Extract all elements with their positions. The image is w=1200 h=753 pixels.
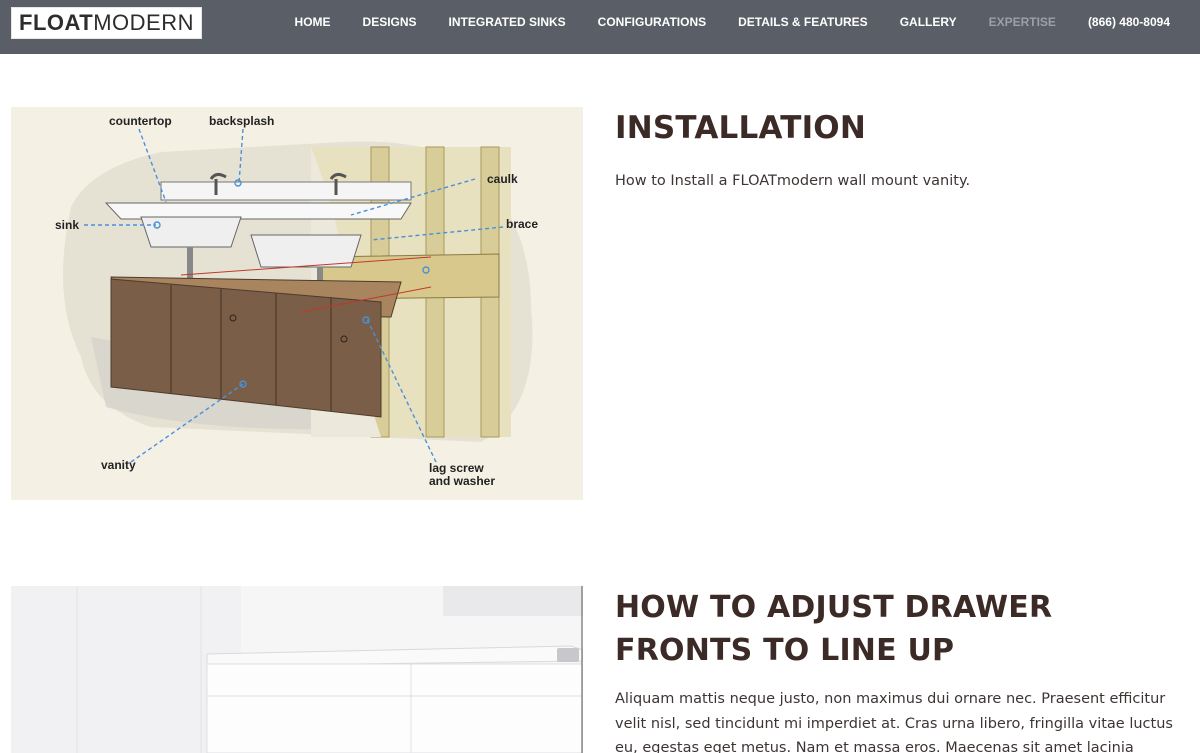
label-brace: brace bbox=[506, 217, 538, 231]
nav-configurations[interactable]: CONFIGURATIONS bbox=[598, 15, 706, 29]
nav-integrated-sinks[interactable]: INTEGRATED SINKS bbox=[449, 15, 566, 29]
label-countertop: countertop bbox=[109, 114, 172, 128]
nav-home[interactable]: HOME bbox=[295, 15, 331, 29]
installation-description: How to Install a FLOATmodern wall mount … bbox=[615, 173, 971, 189]
installation-heading: INSTALLATION bbox=[615, 110, 867, 146]
label-sink: sink bbox=[55, 218, 79, 232]
label-vanity: vanity bbox=[101, 458, 136, 472]
drawer-description: Aliquam mattis neque justo, non maximus … bbox=[615, 691, 1173, 753]
nav-expertise[interactable]: EXPERTISE bbox=[989, 15, 1056, 29]
main-nav: HOME DESIGNS INTEGRATED SINKS CONFIGURAT… bbox=[263, 0, 1170, 44]
nav-details-features[interactable]: DETAILS & FEATURES bbox=[738, 15, 868, 29]
drawer-render bbox=[11, 586, 583, 753]
site-logo[interactable]: FLOAT MODERN bbox=[11, 7, 202, 39]
nav-designs[interactable]: DESIGNS bbox=[363, 15, 417, 29]
site-header: FLOAT MODERN HOME DESIGNS INTEGRATED SINK… bbox=[0, 0, 1200, 54]
drawer-image bbox=[11, 586, 583, 753]
label-backsplash: backsplash bbox=[209, 114, 274, 128]
nav-gallery[interactable]: GALLERY bbox=[900, 15, 957, 29]
drawer-heading: HOW TO ADJUST DRAWER FRONTS TO LINE UP bbox=[615, 590, 1053, 668]
label-caulk: caulk bbox=[487, 172, 518, 186]
vanity-diagram-illustration: countertop backsplash caulk brace sink v… bbox=[55, 114, 538, 488]
label-and-washer: and washer bbox=[429, 474, 495, 488]
nav-phone[interactable]: (866) 480-8094 bbox=[1088, 15, 1170, 29]
installation-diagram: countertop backsplash caulk brace sink v… bbox=[11, 107, 583, 500]
label-lag-screw: lag screw bbox=[429, 461, 484, 475]
